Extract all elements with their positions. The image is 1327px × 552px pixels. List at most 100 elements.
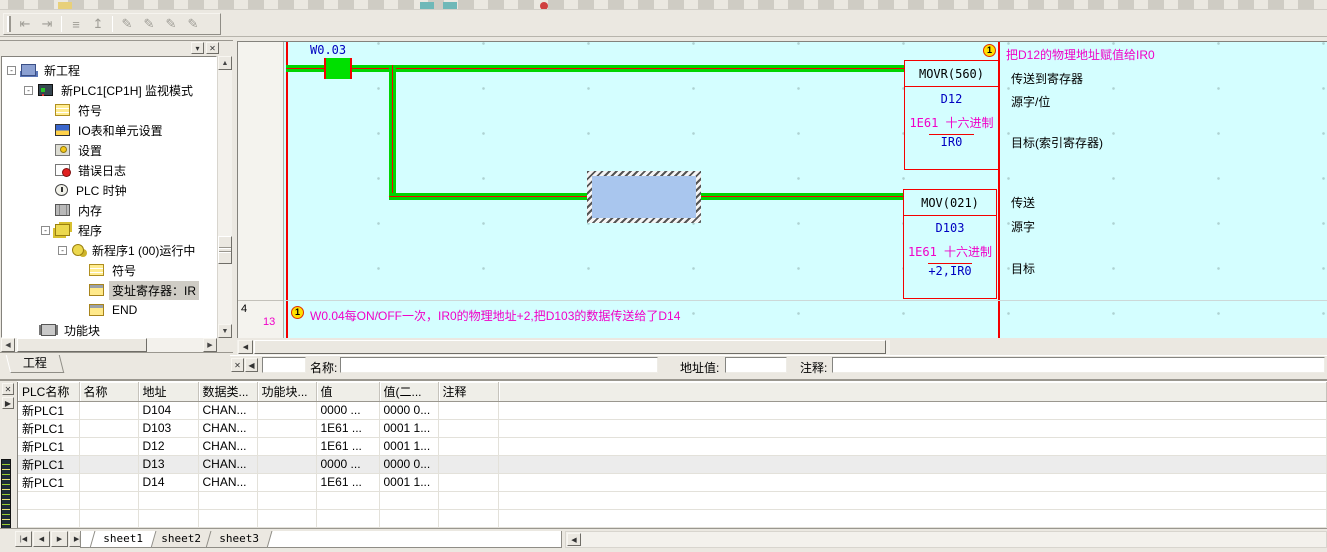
cell-address[interactable]: D14 [138, 473, 198, 491]
toolbar-icon-clipped-monitor[interactable] [420, 2, 434, 10]
cell-plc[interactable]: 新PLC1 [18, 419, 79, 437]
tab-nav-next[interactable]: ▶ [51, 531, 68, 547]
align-rungs-icon[interactable]: ≡ [65, 15, 87, 33]
cell-type[interactable]: CHAN... [198, 455, 257, 473]
scroll-left-icon[interactable]: ◀ [238, 340, 253, 354]
selected-cell[interactable] [587, 171, 701, 223]
tree-expand-toggle[interactable]: - [7, 66, 16, 75]
cell-value[interactable]: 1E61 ... [316, 437, 379, 455]
indent-left-icon[interactable]: ⇤ [14, 15, 36, 33]
watch-close-button[interactable]: ✕ [2, 383, 14, 395]
fieldbar-close-button[interactable]: ✕ [231, 358, 244, 372]
col-value[interactable]: 值 [316, 382, 379, 401]
watch-row[interactable]: 新PLC1D12CHAN...1E61 ...0001 1... [18, 437, 1327, 455]
cell-binary[interactable]: 0001 1... [379, 473, 438, 491]
col-fb[interactable]: 功能块... [257, 382, 316, 401]
toolbar-icon-clipped-monitor2[interactable] [443, 2, 457, 10]
tree-vertical-scrollbar[interactable]: ▲ ▼ [217, 56, 232, 338]
cell-comment[interactable] [438, 473, 498, 491]
tree-item-program-symbols[interactable]: 符号 [2, 260, 216, 280]
scroll-left-icon[interactable]: ◀ [567, 533, 581, 546]
tree-item-io-table[interactable]: IO表和单元设置 [2, 120, 216, 140]
cell-fb[interactable] [257, 455, 316, 473]
watch-row[interactable]: 新PLC1 D103CHAN... 1E61 ...0001 1... [18, 419, 1327, 437]
tree-item-function-blocks[interactable]: 功能块 [2, 320, 216, 338]
cell-address[interactable]: D103 [138, 419, 198, 437]
force-cancel-icon[interactable]: ✎ [160, 15, 182, 33]
cell-fb[interactable] [257, 437, 316, 455]
ladder-horizontal-scrollbar[interactable]: ◀ [237, 340, 890, 355]
cell-address[interactable]: D104 [138, 401, 198, 419]
fieldbar-collapse-button[interactable]: ◀ [245, 358, 258, 372]
cell-name[interactable] [79, 437, 138, 455]
col-comment[interactable]: 注释 [438, 382, 498, 401]
tab-sheet1[interactable]: sheet1 [90, 531, 157, 548]
cell-name[interactable] [79, 455, 138, 473]
tree-item-symbols[interactable]: 符号 [2, 100, 216, 120]
tree-hscroll-thumb[interactable] [17, 338, 147, 352]
ladder-canvas[interactable]: W0.03 MOVR(560) D12 1E61 十六进制 IR0 MOV(02… [284, 42, 1327, 338]
watch-row-empty[interactable] [18, 509, 1327, 527]
tree-item-plc-clock[interactable]: PLC 时钟 [2, 180, 216, 200]
cell-plc[interactable]: 新PLC1 [18, 455, 79, 473]
cell-fb[interactable] [257, 419, 316, 437]
cell-plc[interactable]: 新PLC1 [18, 437, 79, 455]
watch-row-empty[interactable] [18, 491, 1327, 509]
scroll-left-icon[interactable]: ◀ [1, 338, 15, 352]
tree-item-end-section[interactable]: END [2, 300, 216, 320]
toolbar-icon-clipped-yellow[interactable] [58, 2, 72, 10]
cell-comment[interactable] [438, 455, 498, 473]
instruction-block-movr[interactable]: MOVR(560) D12 1E61 十六进制 IR0 [904, 60, 999, 170]
tree-item-memory[interactable]: 内存 [2, 200, 216, 220]
tree-horizontal-scrollbar[interactable]: ◀ ▶ [1, 338, 217, 352]
tree-item-project-root[interactable]: -新工程 [2, 60, 216, 80]
cell-name[interactable] [79, 473, 138, 491]
scroll-right-icon[interactable]: ▶ [203, 338, 217, 352]
tree-item-programs[interactable]: -程序 [2, 220, 216, 240]
cell-plc[interactable]: 新PLC1 [18, 401, 79, 419]
force-off-icon[interactable]: ✎ [138, 15, 160, 33]
cell-binary[interactable]: 0001 1... [379, 419, 438, 437]
tree-expand-toggle[interactable]: - [58, 246, 67, 255]
cell-address[interactable]: D13 [138, 455, 198, 473]
tree-item-error-log[interactable]: 错误日志 [2, 160, 216, 180]
tab-nav-prev[interactable]: ◀ [33, 531, 50, 547]
col-value-binary[interactable]: 值(二... [379, 382, 438, 401]
instruction-block-mov[interactable]: MOV(021) D103 1E61 十六进制 +2,IR0 [903, 189, 997, 299]
cell-binary[interactable]: 0000 0... [379, 455, 438, 473]
scroll-down-icon[interactable]: ▼ [218, 324, 232, 338]
force-on-icon[interactable]: ✎ [116, 15, 138, 33]
col-plc-name[interactable]: PLC名称 [18, 382, 79, 401]
workspace-close-button[interactable]: ✕ [206, 42, 219, 54]
watch-row-selected[interactable]: 新PLC1 D13CHAN... 0000 ...0000 0... [18, 455, 1327, 473]
cell-fb[interactable] [257, 401, 316, 419]
watch-horizontal-scrollbar[interactable]: ◀ [565, 531, 1327, 548]
cell-type[interactable]: CHAN... [198, 473, 257, 491]
name-input[interactable] [340, 357, 658, 373]
cell-value[interactable]: 1E61 ... [316, 419, 379, 437]
cell-type[interactable]: CHAN... [198, 437, 257, 455]
toolbar-gripper[interactable] [7, 16, 11, 32]
col-data-type[interactable]: 数据类... [198, 382, 257, 401]
tab-project[interactable]: 工程 [6, 355, 65, 373]
watch-expand-button[interactable]: ▶ [2, 397, 14, 409]
cell-plc[interactable]: 新PLC1 [18, 473, 79, 491]
tab-sheet2[interactable]: sheet2 [148, 531, 215, 548]
cell-address[interactable]: D12 [138, 437, 198, 455]
tree-item-index-register-section[interactable]: 变址寄存器：IR [2, 280, 216, 300]
cell-name[interactable] [79, 419, 138, 437]
cell-comment[interactable] [438, 437, 498, 455]
tree-expand-toggle[interactable]: - [41, 226, 50, 235]
tree-expand-toggle[interactable]: - [24, 86, 33, 95]
tree-item-settings[interactable]: 设置 [2, 140, 216, 160]
cell-type[interactable]: CHAN... [198, 419, 257, 437]
cell-value[interactable]: 0000 ... [316, 455, 379, 473]
cell-comment[interactable] [438, 419, 498, 437]
cell-value[interactable]: 1E61 ... [316, 473, 379, 491]
toolbar-icon-clipped-record[interactable] [540, 2, 548, 10]
watch-row[interactable]: 新PLC1D104CHAN...0000 ...0000 0... [18, 401, 1327, 419]
cell-fb[interactable] [257, 473, 316, 491]
workspace-dropdown-button[interactable]: ▾ [191, 42, 204, 54]
cell-comment[interactable] [438, 401, 498, 419]
address-value-input[interactable] [725, 357, 787, 373]
